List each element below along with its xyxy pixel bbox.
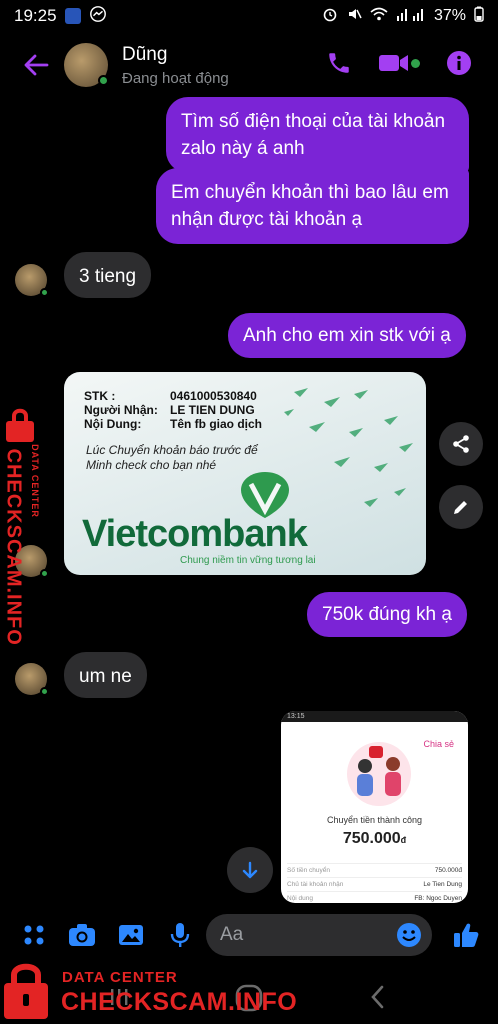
bank-info-image[interactable]: STK : 0461000530840 Người Nhận: LE TIEN … bbox=[64, 372, 426, 575]
receipt-row: Số tiền chuyển 750.000đ bbox=[287, 863, 462, 877]
success-illustration bbox=[347, 742, 411, 806]
battery-icon bbox=[474, 6, 484, 27]
composer-bar bbox=[0, 910, 498, 960]
contact-avatar-small[interactable] bbox=[15, 264, 49, 297]
card-receiver-label: Người Nhận: bbox=[84, 403, 158, 417]
online-indicator bbox=[40, 288, 49, 297]
wifi-icon bbox=[370, 6, 388, 27]
incoming-message[interactable]: um ne bbox=[64, 652, 147, 698]
nav-back-button[interactable] bbox=[368, 984, 388, 1015]
back-arrow-icon bbox=[24, 54, 49, 76]
outgoing-message[interactable]: Tìm số điện thoại của tài khoản zalo này… bbox=[166, 97, 469, 173]
bank-brand: Vietcombank bbox=[82, 513, 308, 555]
contact-avatar[interactable] bbox=[64, 43, 109, 87]
microphone-icon[interactable] bbox=[163, 918, 197, 952]
status-time: 19:25 bbox=[14, 6, 57, 25]
watermark-side-line1: DATA CENTER bbox=[30, 444, 40, 518]
arrow-down-icon bbox=[242, 861, 258, 879]
contact-avatar-small[interactable] bbox=[15, 663, 49, 696]
card-stk-label: STK : bbox=[84, 389, 116, 403]
receipt-amount: 750.000đ bbox=[281, 830, 468, 848]
receipt-row-label: Nội dung bbox=[287, 895, 314, 902]
card-stk-value: 0461000530840 bbox=[170, 389, 257, 403]
watermark-side-line2: CHECKSCAM.INFO bbox=[2, 448, 25, 646]
card-receiver-value: LE TIEN DUNG bbox=[170, 403, 255, 417]
receipt-row: Chủ tài khoản nhận Le Tien Dung bbox=[287, 877, 462, 891]
contact-info[interactable]: Dũng Đang hoạt động bbox=[122, 44, 229, 87]
online-indicator bbox=[98, 75, 109, 86]
app-notification-icon bbox=[64, 8, 81, 24]
video-active-dot bbox=[411, 58, 420, 68]
emoji-icon[interactable] bbox=[396, 922, 422, 953]
watermark-side: CHECKSCAM.INFO DATA CENTER bbox=[0, 404, 60, 654]
apps-icon[interactable] bbox=[17, 918, 51, 952]
share-icon bbox=[453, 435, 469, 453]
contact-status: Đang hoạt động bbox=[122, 69, 229, 87]
battery-level: 37% bbox=[433, 7, 466, 24]
receipt-row: Nội dung FB: Ngoc Duyen bbox=[287, 891, 462, 903]
thumbs-up-icon[interactable] bbox=[449, 918, 483, 952]
watermark-bottom-line1: DATA CENTER bbox=[62, 969, 178, 986]
edit-button[interactable] bbox=[439, 485, 483, 529]
outgoing-message[interactable]: Em chuyển khoản thì bao lâu em nhận được… bbox=[156, 168, 469, 244]
outgoing-message[interactable]: Anh cho em xin stk với ạ bbox=[228, 313, 466, 358]
receipt-amount-value: 750.000 bbox=[342, 830, 401, 847]
outgoing-message[interactable]: 750k đúng kh ạ bbox=[307, 592, 467, 637]
image-icon[interactable] bbox=[114, 918, 148, 952]
watermark-bottom-line2: CHECKSCAM.INFO bbox=[61, 988, 298, 1016]
message-text-field[interactable] bbox=[220, 924, 380, 946]
receipt-status-bar: 13:15 bbox=[281, 711, 468, 722]
receipt-details: Số tiền chuyển 750.000đ Chủ tài khoản nh… bbox=[287, 863, 462, 903]
back-button[interactable] bbox=[14, 43, 58, 87]
alarm-icon bbox=[322, 6, 338, 27]
contact-name: Dũng bbox=[122, 43, 168, 65]
scroll-down-button[interactable] bbox=[227, 847, 273, 893]
bank-slogan: Chung niềm tin vững tương lai bbox=[180, 555, 316, 566]
padlock-icon bbox=[6, 408, 34, 442]
conversation-header: Dũng Đang hoạt động bbox=[0, 34, 498, 96]
camera-icon[interactable] bbox=[65, 918, 99, 952]
transfer-receipt-image[interactable]: 13:15 Chia sẻ Chuyển tiền thành công 750… bbox=[281, 711, 468, 903]
info-icon[interactable] bbox=[446, 50, 472, 81]
status-bar: 19:25 37% bbox=[0, 0, 498, 32]
receipt-row-value: FB: Ngoc Duyen bbox=[414, 895, 462, 902]
online-indicator bbox=[40, 687, 49, 696]
watermark-bottom: DATA CENTER CHECKSCAM.INFO bbox=[0, 960, 320, 1022]
padlock-icon bbox=[4, 963, 48, 1019]
receipt-currency: đ bbox=[400, 835, 407, 845]
edit-icon bbox=[454, 501, 467, 514]
receipt-row-value: Le Tien Dung bbox=[423, 881, 462, 888]
incoming-message[interactable]: 3 tieng bbox=[64, 252, 152, 298]
messenger-notification-icon bbox=[89, 5, 107, 28]
card-content-value: Tên fb giao dịch bbox=[170, 417, 262, 431]
receipt-title: Chuyển tiền thành công bbox=[326, 815, 423, 825]
message-input[interactable] bbox=[206, 914, 432, 956]
card-note: Lúc Chuyển khoản báo trước để Minh check… bbox=[86, 443, 258, 472]
receipt-share-link: Chia sẻ bbox=[423, 739, 454, 749]
receipt-row-value: 750.000đ bbox=[434, 867, 462, 874]
receipt-row-label: Chủ tài khoản nhận bbox=[287, 881, 344, 888]
receipt-time: 13:15 bbox=[287, 713, 305, 720]
mute-icon bbox=[346, 6, 362, 27]
receipt-row-label: Số tiền chuyển bbox=[287, 867, 331, 874]
phone-icon[interactable] bbox=[326, 50, 352, 81]
video-call-icon[interactable] bbox=[378, 51, 420, 80]
signal-icon bbox=[396, 6, 426, 27]
card-content-label: Nội Dung: bbox=[84, 417, 142, 431]
share-button[interactable] bbox=[439, 422, 483, 466]
